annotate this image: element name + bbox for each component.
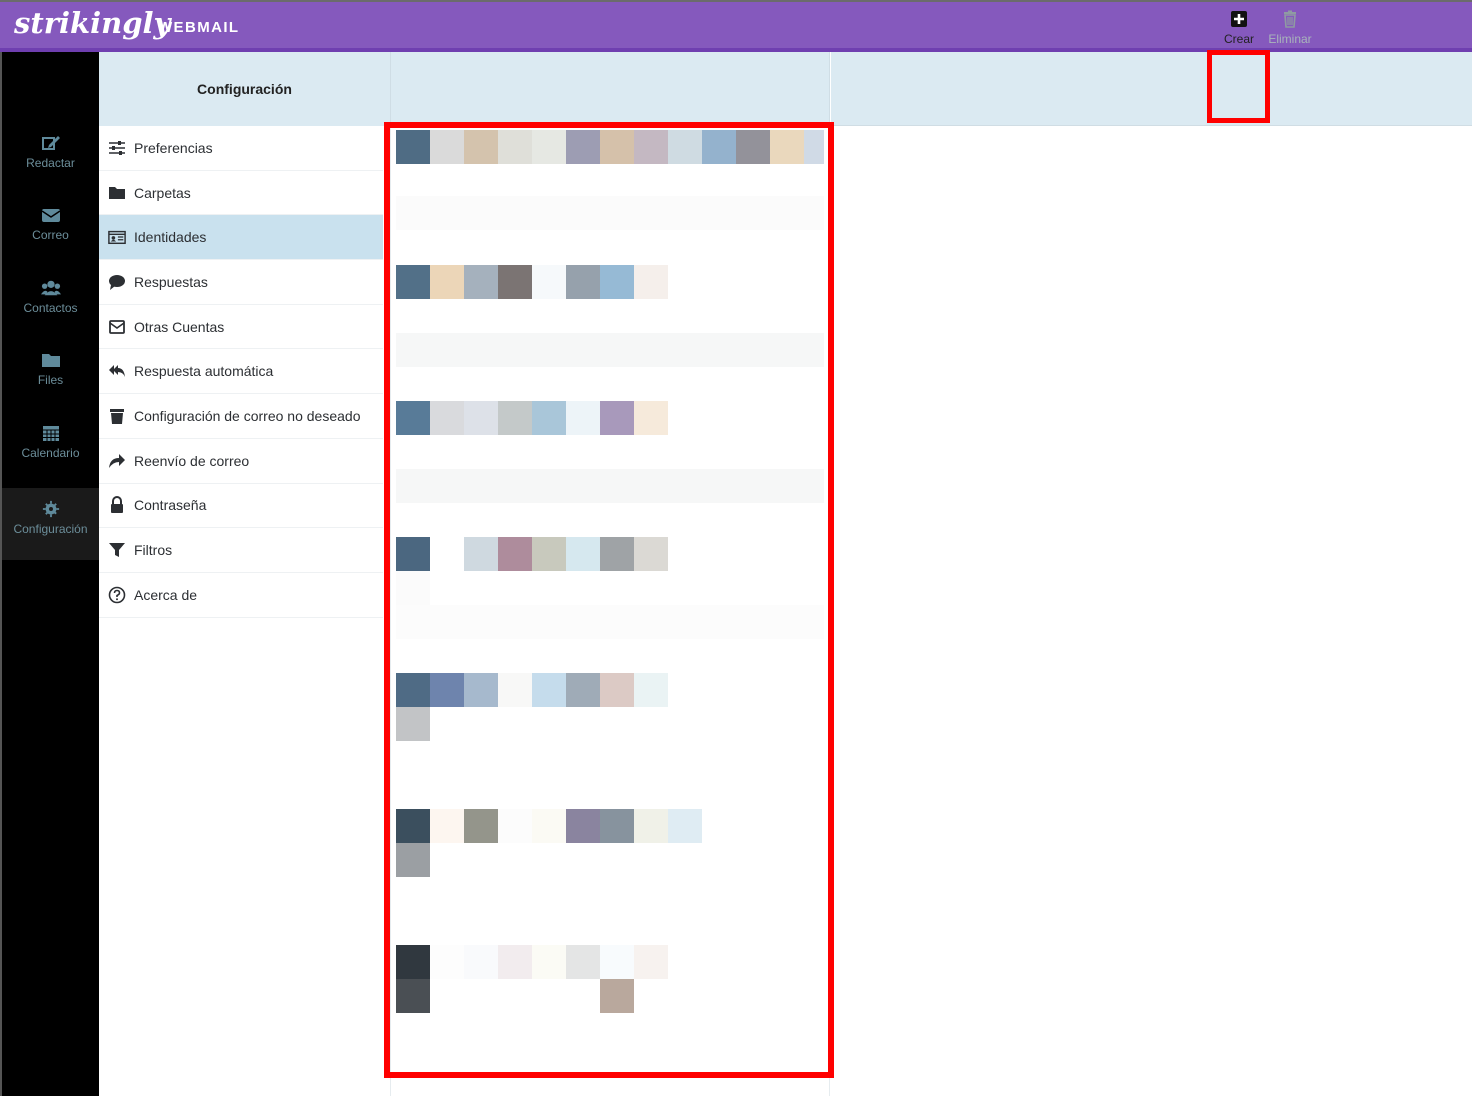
folder-icon [109,186,125,199]
users-icon [40,280,61,296]
brand-logo[interactable]: strikingly [14,6,170,40]
plus-square-icon [1231,11,1247,27]
nav-contacts-label: Contactos [23,301,78,315]
settings-header: Configuración [99,52,391,126]
settings-item-label: Preferencias [134,139,213,156]
delete-button[interactable]: Eliminar [1265,10,1315,46]
nav-files-label: Files [37,373,64,387]
settings-item-label: Respuesta automática [134,363,274,380]
sliders-icon [109,140,125,155]
envelope-icon [41,209,60,222]
settings-item-label: Reenvío de correo [134,452,250,469]
delete-button-label: Eliminar [1268,32,1312,46]
create-highlight-box [1207,50,1270,123]
nav-settings[interactable]: Configuración [2,488,99,560]
create-button-label: Crear [1223,32,1254,46]
settings-title: Configuración [197,81,292,97]
nav-compose[interactable]: Redactar [2,122,99,194]
calendar-icon [42,426,59,441]
settings-list: Preferencias Carpetas Identidades Respue… [99,126,383,618]
gear-icon [42,500,59,518]
settings-item-label: Acerca de [134,586,198,603]
question-circle-icon [108,586,126,604]
settings-item-preferences[interactable]: Preferencias [99,126,383,171]
settings-item-forwarding[interactable]: Reenvío de correo [99,439,383,484]
settings-item-label: Carpetas [134,184,191,201]
settings-item-filters[interactable]: Filtros [99,528,383,573]
settings-item-folders[interactable]: Carpetas [99,171,383,216]
settings-item-responses[interactable]: Respuestas [99,260,383,305]
identities-highlight-box [384,122,834,1078]
reply-all-icon [109,365,125,378]
settings-item-identities[interactable]: Identidades [99,215,383,261]
forward-icon [109,453,125,468]
identities-list-header [391,52,830,126]
envelope-box-icon [109,319,125,334]
settings-item-junk-mail[interactable]: Configuración de correo no deseado [99,394,383,439]
nav-settings-label: Configuración [13,522,88,536]
nav-calendar-label: Calendario [21,446,80,460]
create-button[interactable]: Crear [1214,10,1264,46]
id-card-icon [108,231,126,245]
nav-files[interactable]: Files [2,339,99,411]
settings-item-label: Filtros [134,542,173,559]
settings-item-label: Respuestas [134,273,208,290]
compose-icon [41,136,60,150]
left-nav: Redactar Correo Contactos Files Calendar… [0,52,99,1096]
settings-item-about[interactable]: Acerca de [99,573,383,618]
settings-item-password[interactable]: Contraseña [99,484,383,529]
settings-item-other-accounts[interactable]: Otras Cuentas [99,305,383,350]
settings-item-label: Contraseña [134,497,207,514]
filter-icon [109,543,125,558]
trash-icon [1284,10,1296,28]
nav-compose-label: Redactar [26,156,75,170]
trash-icon [110,408,124,424]
nav-mail[interactable]: Correo [2,194,99,266]
nav-mail-label: Correo [32,228,69,242]
toolbar [831,52,1472,126]
speech-bubble-icon [109,274,125,290]
settings-item-label: Identidades [134,229,207,246]
lock-icon [111,496,123,514]
nav-contacts[interactable]: Contactos [2,267,99,339]
nav-calendar[interactable]: Calendario [2,412,99,484]
product-label: WEBMAIL [158,19,240,36]
settings-item-label: Configuración de correo no deseado [134,407,361,424]
settings-item-auto-reply[interactable]: Respuesta automática [99,349,383,395]
folder-icon [41,354,60,367]
settings-item-label: Otras Cuentas [134,318,225,335]
